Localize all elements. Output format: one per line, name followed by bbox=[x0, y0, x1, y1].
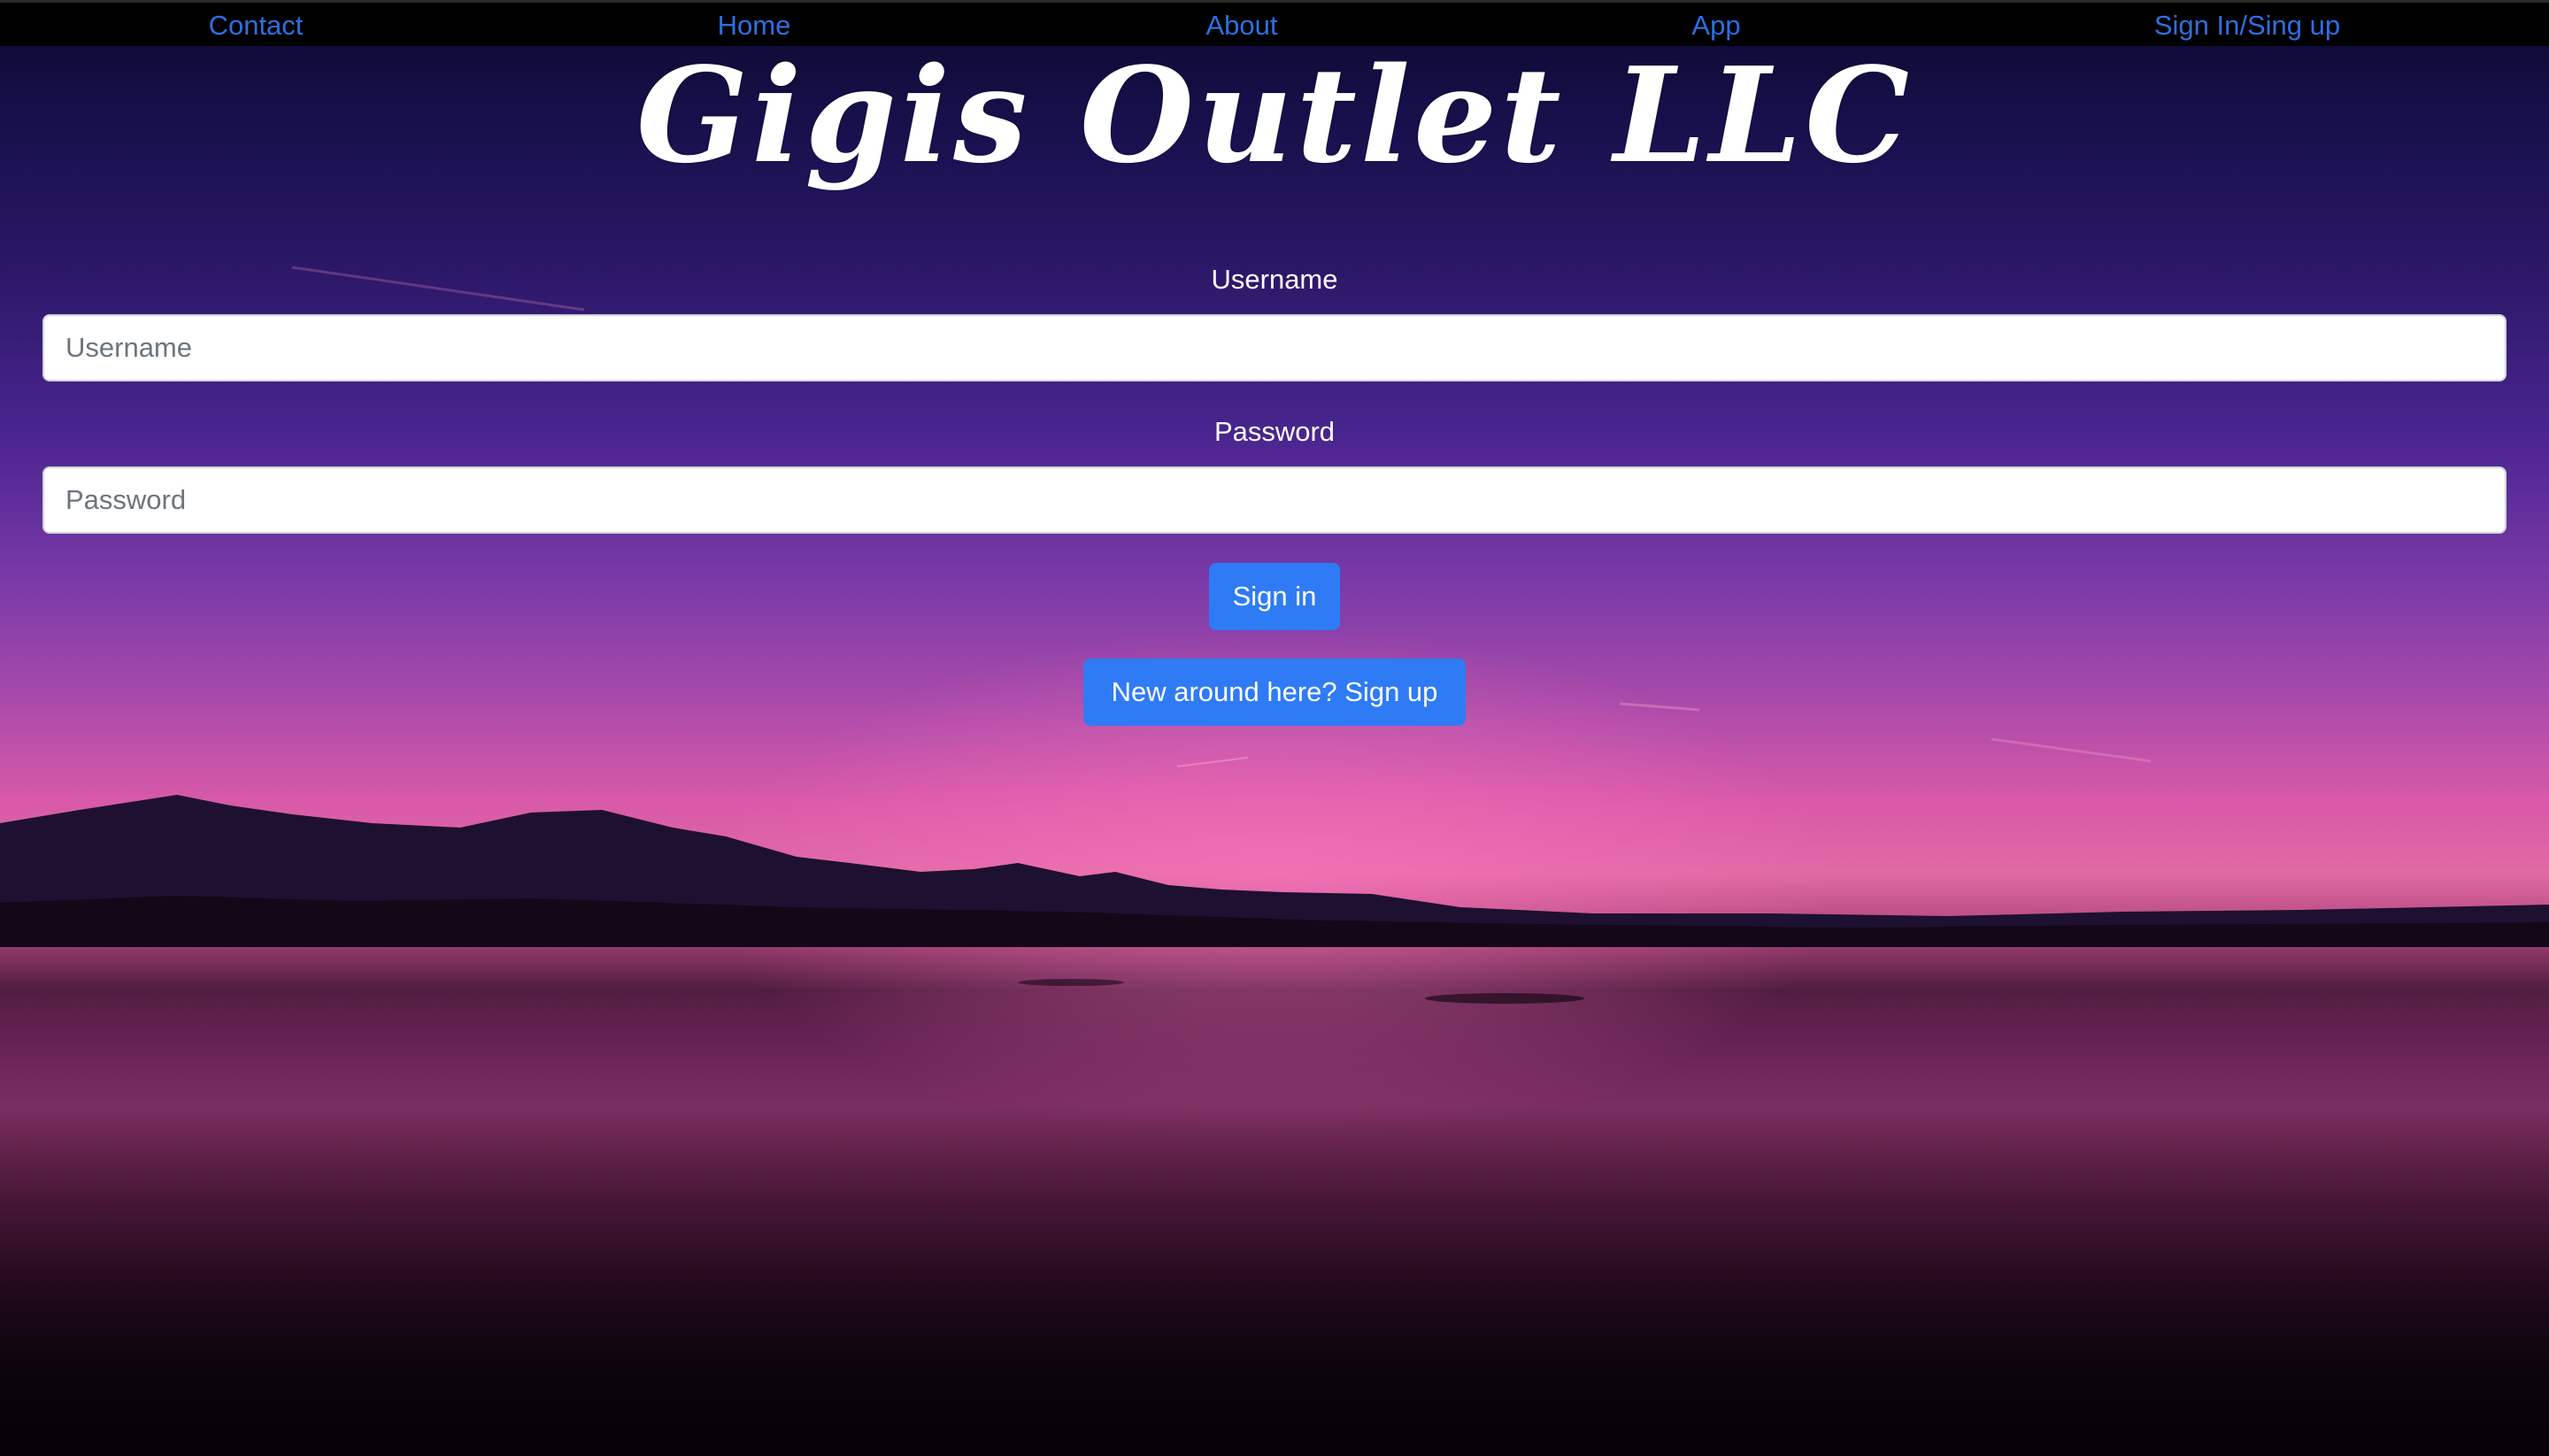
background-landscape bbox=[0, 266, 2549, 1456]
sign-in-button[interactable]: Sign in bbox=[1209, 563, 1340, 630]
username-input[interactable] bbox=[42, 314, 2507, 381]
password-label: Password bbox=[1213, 416, 1336, 447]
password-input[interactable] bbox=[42, 466, 2507, 534]
background-sky-glow bbox=[0, 0, 2549, 1456]
username-label: Username bbox=[1211, 264, 1338, 295]
sign-up-button[interactable]: New around here? Sign up bbox=[1083, 659, 1466, 726]
page-title: Gigis Outlet LLC bbox=[635, 38, 1914, 192]
